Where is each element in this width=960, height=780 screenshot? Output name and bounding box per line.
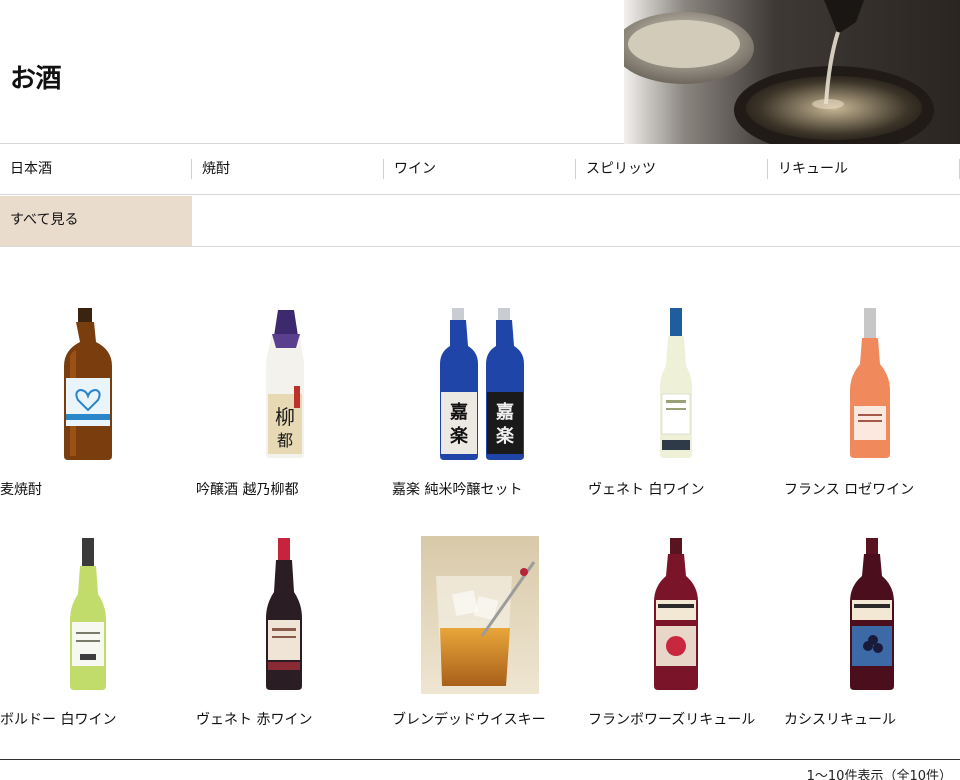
category-nav: 日本酒 焼酎 ワイン スピリッツ リキュール [0,145,960,195]
product-image [0,306,172,464]
svg-text:嘉: 嘉 [449,402,468,423]
product-card[interactable]: 麦焼酎 [0,306,196,516]
product-card[interactable]: ブレンデッドウイスキー [392,536,588,746]
svg-text:楽: 楽 [450,425,469,447]
product-card[interactable]: フランス ロゼワイン [784,306,960,516]
category-nav-row2: すべて見る [0,196,960,247]
product-image: 嘉 楽 嘉 楽 [392,306,564,464]
product-name: フランス ロゼワイン [784,482,915,498]
product-name: ブレンデッドウイスキー [392,712,546,728]
result-count: 1〜10件表示（全10件） [806,769,952,780]
product-image [784,536,956,694]
hero-image [624,0,960,144]
nav-item-spirits[interactable]: スピリッツ [576,145,768,195]
product-card[interactable]: ボルドー 白ワイン [0,536,196,746]
product-name: ボルドー 白ワイン [0,712,117,728]
page-title: お酒 [10,64,62,94]
product-card[interactable]: ヴェネト 白ワイン [588,306,784,516]
page-header: お酒 [0,0,960,144]
product-image [588,536,760,694]
product-name: ヴェネト 赤ワイン [196,712,313,728]
footer-divider [0,759,960,760]
svg-text:楽: 楽 [496,425,515,447]
product-card[interactable]: フランボワーズリキュール [588,536,784,746]
product-card[interactable]: ヴェネト 赤ワイン [196,536,392,746]
product-name: フランボワーズリキュール [588,712,756,728]
product-name: ヴェネト 白ワイン [588,482,705,498]
svg-text:柳: 柳 [275,405,295,429]
product-image: 柳 都 [196,306,368,464]
product-name: 麦焼酎 [0,482,42,498]
nav-item-liqueur[interactable]: リキュール [768,145,960,195]
svg-text:都: 都 [277,431,293,450]
nav-item-sake[interactable]: 日本酒 [0,145,192,195]
product-image [784,306,956,464]
nav-item-view-all[interactable]: すべて見る [0,196,192,246]
product-image [0,536,172,694]
product-card[interactable]: カシスリキュール [784,536,960,746]
product-name: 嘉楽 純米吟醸セット [392,482,523,498]
product-card[interactable]: 嘉 楽 嘉 楽 嘉楽 純米吟醸セット [392,306,588,516]
product-card[interactable]: 柳 都 吟醸酒 越乃柳都 [196,306,392,516]
product-name: カシスリキュール [784,712,896,728]
product-image [196,536,368,694]
product-name: 吟醸酒 越乃柳都 [196,482,299,498]
nav-item-wine[interactable]: ワイン [384,145,576,195]
nav-item-shochu[interactable]: 焼酎 [192,145,384,195]
product-image [392,536,564,694]
product-image [588,306,760,464]
svg-text:嘉: 嘉 [495,402,514,423]
